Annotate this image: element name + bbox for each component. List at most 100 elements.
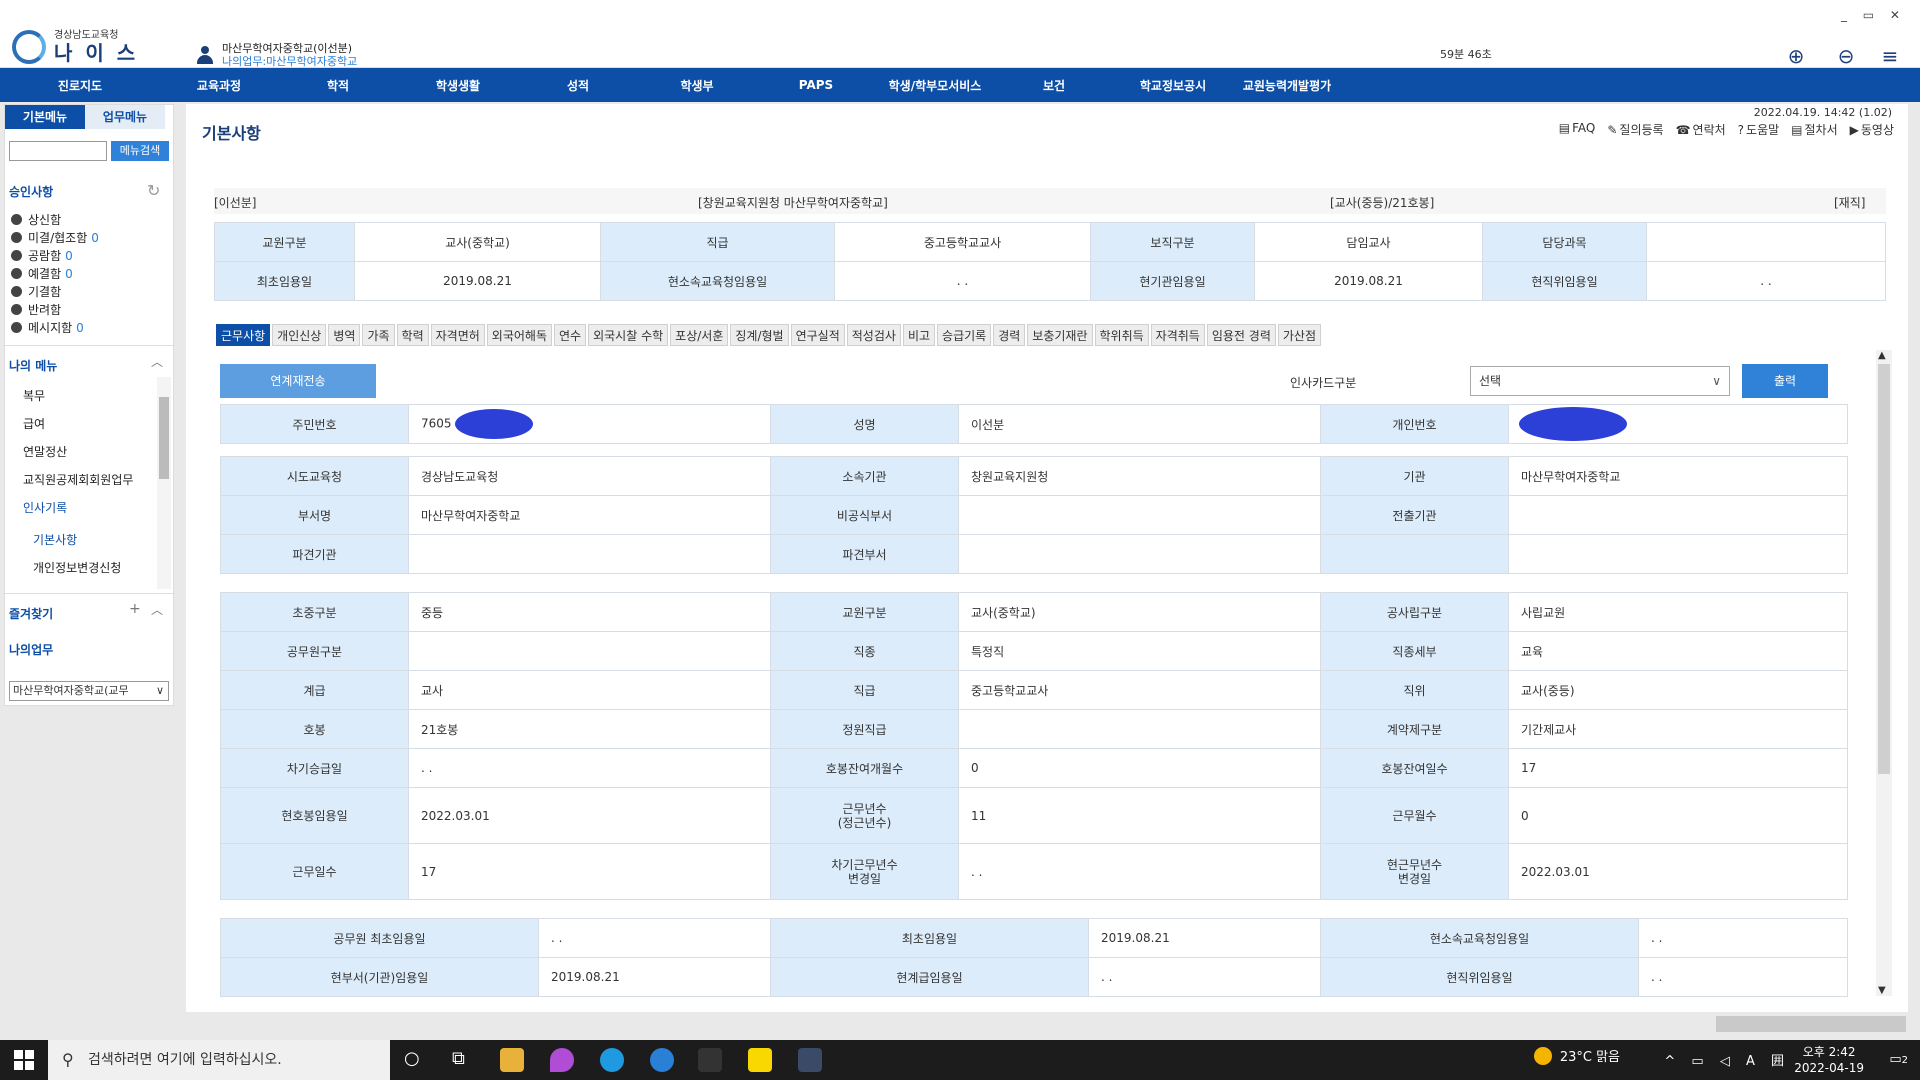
cortana-icon[interactable]: ○ (404, 1048, 420, 1069)
header-cell: 성명 (770, 404, 959, 444)
zoom-out-icon[interactable]: ⊖ (1834, 44, 1858, 68)
tab-education[interactable]: 학력 (396, 324, 429, 346)
horizontal-scrollbar[interactable] (1716, 1016, 1906, 1032)
tab-personal[interactable]: 개인신상 (272, 324, 327, 346)
nav-item-school-info[interactable]: 학교정보공시 (1114, 77, 1232, 94)
nav-item-register[interactable]: 학적 (278, 77, 398, 94)
scroll-thumb[interactable] (1878, 364, 1890, 774)
approval-item[interactable]: 예결함 0 (11, 265, 73, 283)
sidebar-item[interactable]: 교직원공제회회원업무 (23, 471, 133, 488)
nav-item-paps[interactable]: PAPS (756, 78, 876, 92)
app-icon[interactable] (550, 1048, 574, 1072)
approval-item[interactable]: 미결/협조함 0 (11, 229, 99, 247)
sidebar-scrollbar[interactable] (157, 377, 171, 589)
nav-item-curriculum[interactable]: 교육과정 (160, 77, 278, 94)
favorites-title[interactable]: 즐겨찾기 (9, 605, 53, 622)
approval-item[interactable]: 공람함 0 (11, 247, 73, 265)
resend-button[interactable]: 연계재전송 (220, 364, 376, 398)
chevron-up-icon[interactable]: ︿ (151, 353, 163, 370)
edge-icon[interactable] (600, 1048, 624, 1072)
weather[interactable]: 23°C 맑음 (1533, 1046, 1620, 1065)
nav-item-career[interactable]: 진로지도 (0, 77, 160, 94)
nav-item-health[interactable]: 보건 (994, 77, 1114, 94)
menu-search-button[interactable]: 메뉴검색 (111, 141, 169, 161)
refresh-icon[interactable]: ↻ (147, 181, 160, 200)
sidebar-item[interactable]: 복무 (23, 387, 45, 404)
nav-item-grades[interactable]: 성적 (518, 77, 638, 94)
faq-link[interactable]: ▤ FAQ (1559, 121, 1596, 138)
value-cell: 2022.03.01 (408, 787, 771, 844)
tab-awards[interactable]: 포상/서훈 (670, 324, 729, 346)
tab-military[interactable]: 병역 (328, 324, 361, 346)
sidebar-item[interactable]: 연말정산 (23, 443, 67, 460)
card-type-select[interactable]: 선택 ∨ (1470, 366, 1730, 396)
video-link[interactable]: ▶ 동영상 (1850, 121, 1894, 138)
header-cell: 초중구분 (220, 592, 409, 632)
inquiry-link[interactable]: ✎ 질의등록 (1607, 121, 1663, 138)
approval-item[interactable]: 메시지함 0 (11, 319, 84, 337)
scroll-down-icon[interactable]: ▼ (1878, 985, 1886, 996)
app-icon[interactable] (698, 1048, 722, 1072)
tab-qualification[interactable]: 자격취득 (1150, 324, 1205, 346)
tab-supplement[interactable]: 보충기재란 (1027, 324, 1093, 346)
tab-license[interactable]: 자격면허 (430, 324, 485, 346)
sidebar-item-info-change[interactable]: 개인정보변경신청 (33, 559, 121, 576)
chevron-up-icon[interactable]: ︿ (151, 601, 163, 618)
window-controls[interactable]: _ ▭ ✕ (1841, 8, 1906, 22)
kakaotalk-icon[interactable] (748, 1048, 772, 1072)
menu-icon[interactable]: ≡ (1878, 44, 1902, 68)
approval-item[interactable]: 기결함 (11, 283, 65, 301)
procedure-link[interactable]: ▤ 절차서 (1791, 121, 1837, 138)
scroll-up-icon[interactable]: ▲ (1878, 350, 1886, 361)
tab-work-menu[interactable]: 업무메뉴 (85, 105, 165, 129)
value-cell: 0 (1508, 787, 1848, 844)
tab-aptitude[interactable]: 적성검사 (846, 324, 901, 346)
tab-training[interactable]: 연수 (554, 324, 587, 346)
value-cell: 사립교원 (1508, 592, 1848, 632)
notification-icon[interactable]: ▭2 (1889, 1052, 1908, 1067)
header-cell: 보직구분 (1090, 222, 1255, 262)
tab-promotion[interactable]: 승급기록 (937, 324, 992, 346)
app-icon[interactable] (798, 1048, 822, 1072)
tab-degree[interactable]: 학위취득 (1094, 324, 1149, 346)
tab-discipline[interactable]: 징계/형벌 (730, 324, 789, 346)
tab-research[interactable]: 연구실적 (790, 324, 845, 346)
clock[interactable]: 오후 2:42 2022-04-19 (1794, 1044, 1864, 1076)
tab-overseas[interactable]: 외국시찰 수학 (588, 324, 669, 346)
tab-remarks[interactable]: 비고 (902, 324, 936, 346)
my-work-link[interactable]: 나의업무:마산무학여자중학교 (222, 55, 357, 68)
task-view-icon[interactable]: ⧉ (452, 1048, 465, 1069)
nav-item-student-life[interactable]: 학생생활 (398, 77, 518, 94)
content-scrollbar[interactable]: ▲ ▼ (1876, 350, 1892, 996)
plus-icon[interactable]: + (129, 601, 141, 617)
contact-link[interactable]: ☎ 연락처 (1676, 121, 1726, 138)
my-work-title[interactable]: 나의업무 (9, 641, 53, 658)
table-row: 최초임용일 2019.08.21 현소속교육청임용일 . . 현기관임용일 20… (214, 261, 1886, 301)
approval-item[interactable]: 상신함 (11, 211, 65, 229)
tab-prior-career[interactable]: 임용전 경력 (1206, 324, 1276, 346)
file-explorer-icon[interactable] (500, 1048, 524, 1072)
taskbar-search[interactable]: ⚲ 검색하려면 여기에 입력하십시오. (48, 1040, 390, 1080)
nav-item-parent-service[interactable]: 학생/학부모서비스 (876, 77, 994, 94)
print-button[interactable]: 출력 (1742, 364, 1828, 398)
zoom-in-icon[interactable]: ⊕ (1784, 44, 1808, 68)
approval-item[interactable]: 반려함 (11, 301, 65, 319)
tab-basic-menu[interactable]: 기본메뉴 (5, 105, 85, 129)
ie-icon[interactable] (650, 1048, 674, 1072)
tab-bonus-points[interactable]: 가산점 (1277, 324, 1321, 346)
tab-family[interactable]: 가족 (362, 324, 395, 346)
nav-item-student-record[interactable]: 학생부 (638, 77, 756, 94)
windows-start-icon[interactable] (14, 1050, 34, 1070)
menu-search-input[interactable] (9, 141, 107, 161)
sidebar-item-hr-record[interactable]: 인사기록 (23, 499, 67, 516)
tab-career[interactable]: 경력 (993, 324, 1026, 346)
tab-work-info[interactable]: 근무사항 (216, 324, 271, 346)
sidebar-item[interactable]: 급여 (23, 415, 45, 432)
system-tray-icons[interactable]: ^ ▭ ◁ A 囲 (1664, 1050, 1790, 1069)
dept-select[interactable]: 마산무학여자중학교(교무 ∨ (9, 681, 169, 701)
sidebar-item-basic-info[interactable]: 기본사항 (33, 531, 77, 548)
neis-logo[interactable]: 경상남도교육청 나 이 스 (12, 30, 138, 64)
nav-item-teacher-eval[interactable]: 교원능력개발평가 (1232, 77, 1342, 94)
tab-language[interactable]: 외국어해독 (486, 324, 552, 346)
help-link[interactable]: ? 도움말 (1738, 121, 1780, 138)
